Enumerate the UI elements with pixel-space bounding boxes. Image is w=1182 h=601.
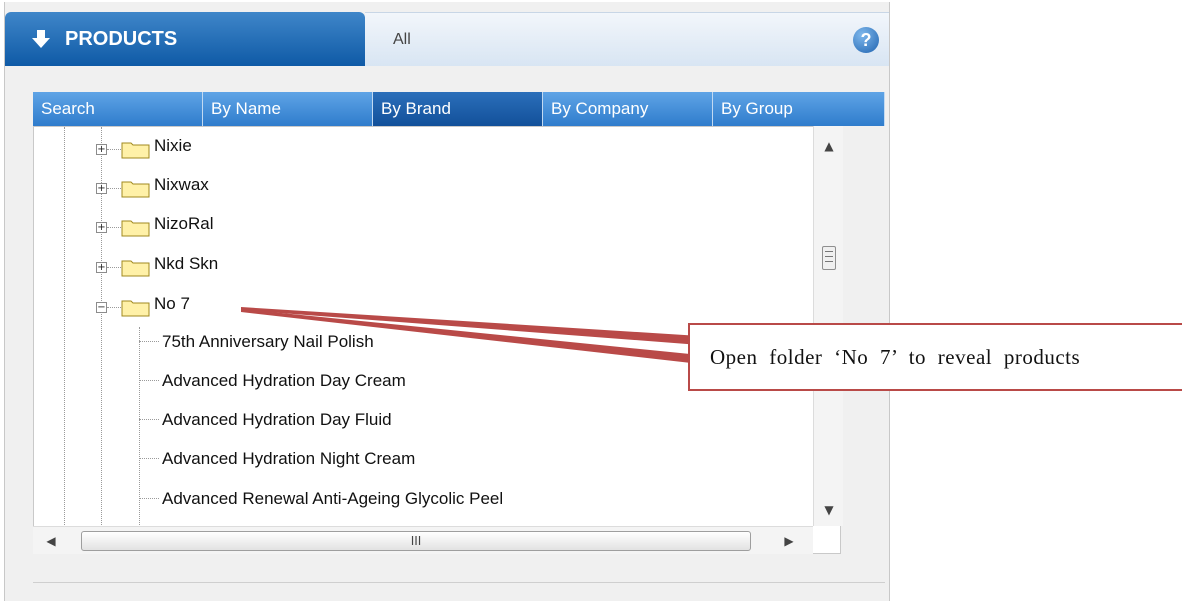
callout-text: Open folder ‘No 7’ to reveal products	[710, 344, 1081, 369]
callout-box: Open folder ‘No 7’ to reveal products	[688, 323, 1182, 391]
callout-pointer	[241, 307, 700, 364]
